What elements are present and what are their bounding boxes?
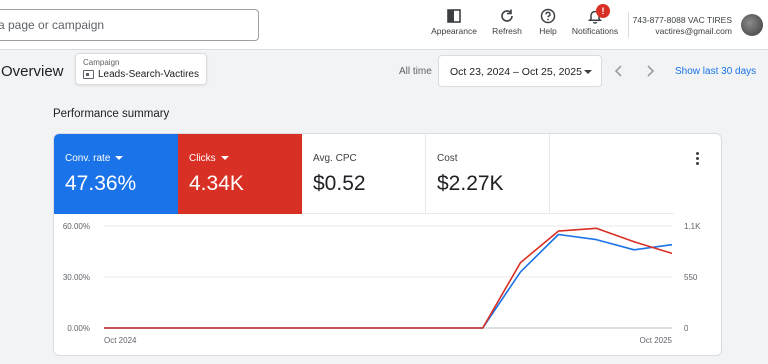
metric-tile-empty[interactable]: [550, 134, 674, 214]
metric-label: Conv. rate: [65, 153, 124, 164]
right-axis-tick-label: 550: [684, 273, 698, 282]
chevron-left-icon[interactable]: [612, 63, 626, 79]
refresh-icon: [501, 9, 513, 22]
metric-tile-avg-cpc[interactable]: Avg. CPC $0.52: [302, 134, 426, 214]
chevron-right-icon[interactable]: [643, 63, 657, 79]
series-line-clicks: [104, 227, 673, 329]
appearance-label: Appearance: [431, 26, 477, 36]
section-title: Performance summary: [53, 108, 170, 120]
caret-down-icon: [220, 156, 229, 161]
metric-value: $0.52: [313, 172, 366, 195]
help-button[interactable]: Help: [533, 8, 563, 36]
notifications-button[interactable]: ! Notifications: [569, 4, 621, 36]
refresh-button[interactable]: Refresh: [487, 8, 527, 36]
show-last-30-days-link[interactable]: Show last 30 days: [675, 66, 756, 77]
avatar[interactable]: [741, 14, 763, 36]
metric-value: 4.34K: [189, 172, 244, 195]
campaign-name: Leads-Search-Vactires: [98, 69, 199, 80]
metric-value: $2.27K: [437, 172, 504, 195]
refresh-label: Refresh: [492, 26, 522, 36]
performance-card: Conv. rate 47.36% Clicks 4.34K Avg. CPC …: [53, 133, 722, 356]
metric-label: Avg. CPC: [313, 153, 357, 164]
divider: [628, 12, 629, 38]
x-axis-tick-label: Oct 2025: [640, 336, 673, 345]
appearance-button[interactable]: Appearance: [430, 8, 478, 36]
metric-value: 47.36%: [65, 172, 137, 195]
metric-tile-cost[interactable]: Cost $2.27K: [426, 134, 550, 214]
metric-label: Cost: [437, 153, 458, 164]
notification-badge: !: [596, 4, 610, 18]
right-axis-tick-label: 1.1K: [684, 222, 701, 231]
left-axis-tick-label: 60.00%: [63, 222, 90, 231]
date-range-selector[interactable]: Oct 23, 2024 – Oct 25, 2025: [438, 55, 602, 87]
more-options-icon[interactable]: [696, 152, 700, 166]
right-axis-tick-label: 0: [684, 324, 689, 333]
page-title: Overview: [1, 63, 64, 80]
date-range-text: Oct 23, 2024 – Oct 25, 2025: [450, 66, 582, 78]
help-icon: [540, 8, 556, 24]
caret-down-icon: [115, 156, 124, 161]
campaign-selector[interactable]: Campaign Leads-Search-Vactires: [75, 53, 207, 85]
campaign-icon: [83, 70, 94, 79]
appearance-icon: [447, 9, 461, 23]
metric-tile-clicks[interactable]: Clicks 4.34K: [178, 134, 302, 214]
account-name: 743-877-8088 VAC TIRES: [632, 15, 732, 25]
x-axis-tick-label: Oct 2024: [104, 336, 137, 345]
help-label: Help: [539, 26, 557, 36]
all-time-label: All time: [399, 66, 432, 77]
series-line-conv-rate: [104, 233, 673, 329]
left-axis-tick-label: 30.00%: [63, 273, 90, 282]
account-info[interactable]: 743-877-8088 VAC TIRES vactires@gmail.co…: [633, 15, 732, 37]
metric-tile-conv-rate[interactable]: Conv. rate 47.36%: [54, 134, 178, 214]
dropdown-caret-icon: [584, 70, 592, 74]
top-bar: a page or campaign Appearance Refresh He…: [0, 0, 768, 50]
left-axis-tick-label: 0.00%: [67, 324, 90, 333]
account-email: vactires@gmail.com: [655, 26, 732, 36]
search-input[interactable]: a page or campaign: [0, 9, 259, 41]
search-placeholder: a page or campaign: [0, 18, 105, 32]
campaign-caption: Campaign: [83, 58, 120, 67]
metric-label: Clicks: [189, 153, 229, 164]
notifications-label: Notifications: [571, 26, 619, 36]
performance-chart: 0.00% 0 30.00% 550 60.00% 1.1K Oct 2024 Oct 202…: [63, 222, 701, 345]
